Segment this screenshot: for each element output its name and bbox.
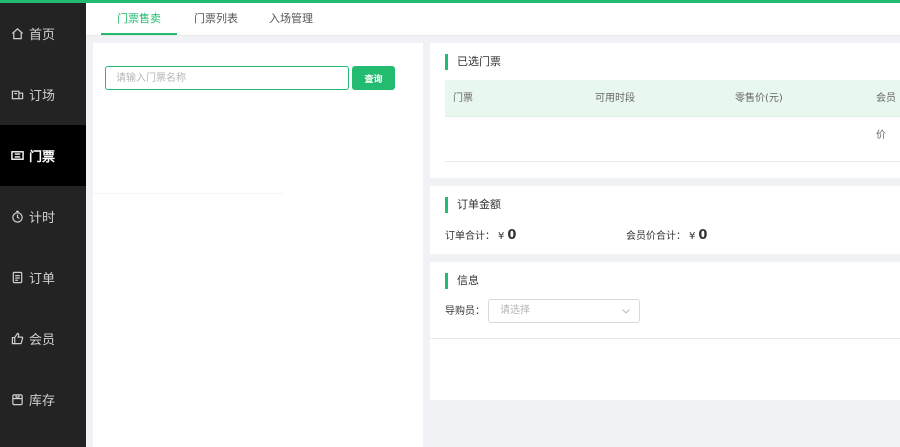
sidebar-item-orders[interactable]: 订单 — [0, 247, 86, 308]
currency-symbol: ¥ — [498, 231, 505, 242]
sidebar-item-timer[interactable]: 计时 — [0, 186, 86, 247]
sidebar-item-tickets[interactable]: 门票 — [0, 125, 86, 186]
order-total-value: 0 — [507, 228, 517, 243]
search-button[interactable]: 查询 — [352, 66, 395, 90]
sidebar-item-home[interactable]: 首页 — [0, 3, 86, 64]
order-amount-card: 订单金额 订单合计： ¥0 会员价合计： ¥0 — [430, 186, 900, 254]
tab-ticket-sale[interactable]: 门票售卖 — [101, 3, 177, 35]
table-bottom-border — [445, 161, 900, 162]
order-total-label: 订单合计： — [445, 231, 495, 242]
ticket-icon — [10, 149, 24, 163]
selected-tickets-title: 已选门票 — [445, 54, 501, 70]
tab-entry-management[interactable]: 入场管理 — [260, 3, 322, 35]
sidebar-item-label: 会员 — [29, 333, 56, 348]
sidebar-item-label: 库存 — [29, 394, 56, 409]
sidebar-item-label: 首页 — [29, 28, 56, 43]
column-header-ticket: 门票 — [453, 93, 473, 104]
member-price-total: 会员价合计： ¥0 — [626, 228, 707, 245]
member-icon — [10, 332, 24, 346]
currency-symbol: ¥ — [689, 231, 696, 242]
sidebar-item-label: 门票 — [29, 150, 56, 165]
shopping-guide-select[interactable]: 请选择 — [488, 299, 640, 323]
home-icon — [10, 27, 24, 41]
chevron-down-icon — [622, 309, 630, 314]
venue-icon — [10, 88, 24, 102]
sidebar: 首页 订场 门票 计时 订单 会员 库存 — [0, 3, 86, 447]
sidebar-item-inventory[interactable]: 库存 — [0, 369, 86, 430]
sidebar-item-venue[interactable]: 订场 — [0, 64, 86, 125]
info-title: 信息 — [445, 273, 479, 289]
shopping-guide-label: 导购员： — [445, 306, 485, 317]
ticket-name-search-input[interactable] — [105, 66, 349, 90]
sidebar-item-label: 计时 — [29, 211, 56, 226]
tab-ticket-list[interactable]: 门票列表 — [185, 3, 247, 35]
column-header-retail-price: 零售价(元) — [735, 93, 783, 104]
sidebar-item-label: 订场 — [29, 89, 56, 104]
info-card: 信息 导购员： 请选择 — [430, 262, 900, 400]
column-header-available-period: 可用时段 — [595, 93, 635, 104]
shopping-guide-placeholder: 请选择 — [500, 305, 530, 316]
tab-bar: 门票售卖 门票列表 入场管理 — [86, 3, 900, 36]
column-header-member-price: 会员价 — [876, 93, 896, 141]
selected-tickets-table-header: 门票 可用时段 零售价(元) 会员价 — [445, 80, 900, 141]
order-total: 订单合计： ¥0 — [445, 228, 516, 245]
divider — [93, 193, 283, 194]
timer-icon — [10, 210, 24, 224]
inventory-icon — [10, 393, 24, 407]
order-icon — [10, 271, 24, 285]
sidebar-item-members[interactable]: 会员 — [0, 308, 86, 369]
member-price-total-label: 会员价合计： — [626, 231, 686, 242]
order-amount-title: 订单金额 — [445, 197, 501, 213]
sidebar-item-label: 订单 — [29, 272, 56, 287]
selected-tickets-card: 已选门票 门票 可用时段 零售价(元) 会员价 — [430, 43, 900, 178]
member-price-total-value: 0 — [698, 228, 708, 243]
divider — [430, 338, 900, 339]
ticket-search-panel: 查询 — [93, 43, 423, 447]
